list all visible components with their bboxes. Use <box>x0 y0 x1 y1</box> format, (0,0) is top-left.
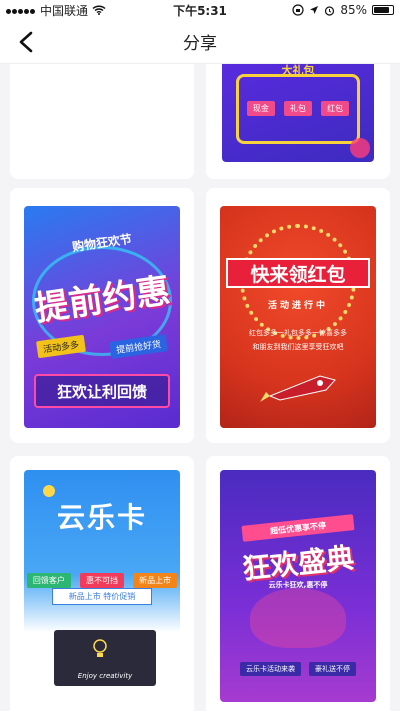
poster-1-chip-redpacket: 红包 <box>321 101 350 116</box>
battery-percent: 85% <box>340 3 367 17</box>
poster-4-chip-1: 回馈客户 <box>26 573 71 588</box>
poster-card-3[interactable]: 快来领红包 活动进行中 红包多多一礼包多多一惊喜多多 和朋友到我们这里享受狂欢吧 <box>206 188 390 443</box>
poster-card-1[interactable]: 大礼包 现金 礼包 红包 <box>206 64 390 179</box>
poster-5-top-banner-text: 超低优惠享不停 <box>269 520 327 536</box>
poster-4-chip-2: 惠不可挡 <box>80 573 124 588</box>
lock-rotation-icon <box>292 4 304 16</box>
poster-1-chip-gift: 礼包 <box>284 101 312 116</box>
poster-card-2[interactable]: 购物狂欢节 提前约惠 活动多多 提前抢好货 狂欢让利回馈 <box>10 188 194 443</box>
wifi-icon <box>92 5 106 15</box>
status-time: 下午5:31 <box>173 3 227 18</box>
page-title: 分享 <box>183 34 217 54</box>
poster-image-5: 超低优惠享不停 狂欢盛典 云乐卡狂欢,惠不停 云乐卡活动来袭 豪礼送不停 <box>220 470 376 702</box>
rocket-icon <box>260 375 336 402</box>
chevron-left-icon <box>19 31 33 53</box>
poster-image-2: 购物狂欢节 提前约惠 活动多多 提前抢好货 狂欢让利回馈 <box>24 206 180 428</box>
nav-bar: 分享 <box>0 20 400 64</box>
alarm-icon <box>325 5 335 16</box>
carrier-label: 中国联通 <box>40 3 89 18</box>
poster-2-footer-text: 狂欢让利回馈 <box>56 382 147 401</box>
poster-grid: 大礼包 现金 礼包 红包 购物狂欢节 提前约惠 活动多多 提前抢好货 狂欢让利回… <box>0 64 400 711</box>
poster-3-headline-banner: 快来领红包 <box>226 258 370 288</box>
poster-2-sub-right: 提前抢好货 <box>109 334 169 359</box>
poster-card-4[interactable]: 云乐卡 回馈客户 惠不可挡 新品上市 新品上市 特价促销 Enjoy creat… <box>10 456 194 711</box>
poster-5-bottom-right: 豪礼送不停 <box>309 662 356 676</box>
poster-4-headline: 云乐卡 <box>56 501 147 534</box>
poster-4-tagline-text: 新品上市 特价促销 <box>68 592 136 601</box>
poster-image-1: 大礼包 现金 礼包 红包 <box>222 64 374 162</box>
poster-card-5[interactable]: 超低优惠享不停 狂欢盛典 云乐卡狂欢,惠不停 云乐卡活动来袭 豪礼送不停 <box>206 456 390 711</box>
poster-4-chip-3: 新品上市 <box>133 573 178 588</box>
poster-2-sub-left: 活动多多 <box>35 334 86 359</box>
poster-4-tagline: 新品上市 特价促销 <box>52 588 152 605</box>
lightbulb-icon <box>93 639 107 657</box>
poster-1-headline: 大礼包 <box>281 64 315 77</box>
poster-3-body-line1: 红包多多一礼包多多一惊喜多多 <box>249 329 347 337</box>
poster-3-body-line2: 和朋友到我们这里享受狂欢吧 <box>252 343 344 351</box>
poster-5-bottom-left: 云乐卡活动来袭 <box>240 662 301 676</box>
poster-image-3: 快来领红包 活动进行中 红包多多一礼包多多一惊喜多多 和朋友到我们这里享受狂欢吧 <box>220 206 376 428</box>
location-icon <box>310 6 319 14</box>
poster-4-screen-text: Enjoy creativity <box>77 672 133 680</box>
poster-3-ribbon: 活动进行中 <box>267 301 328 311</box>
signal-dots-icon <box>6 3 36 17</box>
status-bar: 中国联通 下午5:31 85% <box>0 0 400 20</box>
poster-3-headline: 快来领红包 <box>250 263 346 286</box>
poster-card-empty[interactable] <box>10 64 194 179</box>
battery-icon <box>372 5 394 15</box>
poster-1-chip-cash: 现金 <box>246 101 275 116</box>
poster-2-footer: 狂欢让利回馈 <box>34 374 170 408</box>
poster-image-4: 云乐卡 回馈客户 惠不可挡 新品上市 新品上市 特价促销 Enjoy creat… <box>24 470 180 702</box>
back-button[interactable] <box>10 26 42 58</box>
